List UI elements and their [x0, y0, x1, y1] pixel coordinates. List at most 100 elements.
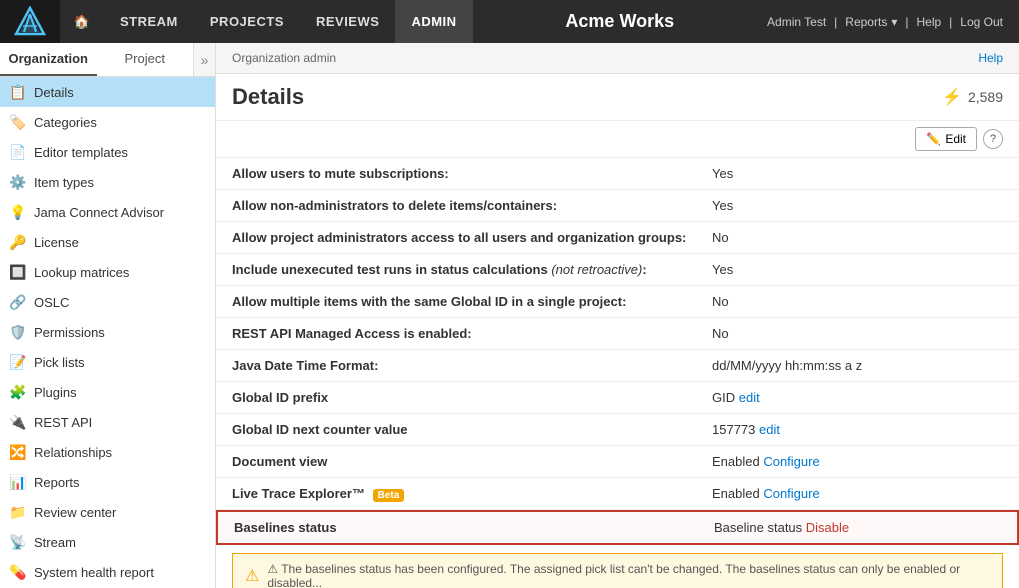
pick-lists-icon: 📝	[10, 354, 26, 370]
top-nav: 🏠 STREAM PROJECTS REVIEWS ADMIN Acme Wor…	[0, 0, 1019, 43]
sidebar-item-rest-api[interactable]: 🔌 REST API	[0, 407, 215, 437]
row-value: No	[712, 230, 1003, 245]
sidebar-item-plugins[interactable]: 🧩 Plugins	[0, 377, 215, 407]
sidebar: Organization Project » 📋 Details 🏷️ Cate…	[0, 43, 216, 588]
sidebar-item-label: Pick lists	[34, 355, 85, 370]
table-row: Include unexecuted test runs in status c…	[216, 254, 1019, 286]
row-label: Live Trace Explorer™ Beta	[232, 486, 712, 501]
edit-button[interactable]: ✏️ Edit	[915, 127, 977, 151]
sidebar-item-system-health[interactable]: 💊 System health report	[0, 557, 215, 587]
sidebar-collapse-btn[interactable]: »	[193, 43, 215, 76]
logout-link[interactable]: Log Out	[960, 15, 1003, 29]
content-help-link[interactable]: Help	[978, 51, 1003, 65]
sidebar-item-editor-templates[interactable]: 📄 Editor templates	[0, 137, 215, 167]
sidebar-item-label: Lookup matrices	[34, 265, 129, 280]
details-table: Allow users to mute subscriptions: Yes A…	[216, 158, 1019, 545]
sidebar-item-label: Plugins	[34, 385, 77, 400]
table-row: REST API Managed Access is enabled: No	[216, 318, 1019, 350]
global-id-prefix-edit-link[interactable]: edit	[739, 390, 760, 405]
row-value: 157773 edit	[712, 422, 1003, 437]
logo[interactable]	[0, 0, 60, 43]
reports-icon: 📊	[10, 474, 26, 490]
sidebar-item-pick-lists[interactable]: 📝 Pick lists	[0, 347, 215, 377]
content-area: Organization admin Help Details ⚡ 2,589 …	[216, 43, 1019, 588]
warning-text: ⚠ The baselines status has been configur…	[267, 562, 990, 588]
nav-reviews[interactable]: REVIEWS	[300, 0, 395, 43]
license-icon: 🔑	[10, 234, 26, 250]
row-label: REST API Managed Access is enabled:	[232, 326, 712, 341]
row-label: Allow non-administrators to delete items…	[232, 198, 712, 213]
sidebar-item-lookup-matrices[interactable]: 🔲 Lookup matrices	[0, 257, 215, 287]
stream-icon: 📡	[10, 534, 26, 550]
user-actions: Admin Test | Reports ▾ | Help | Log Out	[767, 15, 1019, 29]
tab-organization[interactable]: Organization	[0, 43, 97, 76]
sidebar-item-details[interactable]: 📋 Details	[0, 77, 215, 107]
row-value: Baseline status Disable	[714, 520, 1001, 535]
content-title-bar: Details ⚡ 2,589	[216, 74, 1019, 121]
sidebar-tabs: Organization Project »	[0, 43, 215, 77]
content-header: Organization admin Help	[216, 43, 1019, 74]
sidebar-item-label: Relationships	[34, 445, 112, 460]
warning-icon: ⚠	[245, 566, 259, 586]
sidebar-item-reports[interactable]: 📊 Reports	[0, 467, 215, 497]
sidebar-item-license[interactable]: 🔑 License	[0, 227, 215, 257]
details-icon: 📋	[10, 84, 26, 100]
document-view-configure-link[interactable]: Configure	[763, 454, 819, 469]
sidebar-item-categories[interactable]: 🏷️ Categories	[0, 107, 215, 137]
row-label: Baselines status	[234, 520, 714, 535]
row-value: No	[712, 326, 1003, 341]
lookup-icon: 🔲	[10, 264, 26, 280]
row-label: Allow project administrators access to a…	[232, 230, 712, 245]
reports-link[interactable]: Reports	[845, 15, 887, 29]
advisor-icon: 💡	[10, 204, 26, 220]
pulse-icon: ⚡	[942, 87, 962, 107]
row-label: Global ID next counter value	[232, 422, 712, 437]
table-row: Java Date Time Format: dd/MM/yyyy hh:mm:…	[216, 350, 1019, 382]
sidebar-item-label: Item types	[34, 175, 94, 190]
user-label[interactable]: Admin Test	[767, 15, 826, 29]
oslc-icon: 🔗	[10, 294, 26, 310]
sidebar-item-stream[interactable]: 📡 Stream	[0, 527, 215, 557]
live-trace-configure-link[interactable]: Configure	[763, 486, 819, 501]
rest-api-icon: 🔌	[10, 414, 26, 430]
warning-bar: ⚠ ⚠ The baselines status has been config…	[232, 553, 1003, 588]
row-value: Yes	[712, 198, 1003, 213]
sidebar-item-label: Details	[34, 85, 74, 100]
sidebar-item-oslc[interactable]: 🔗 OSLC	[0, 287, 215, 317]
page-title: Details	[232, 84, 304, 110]
row-value: Enabled Configure	[712, 454, 1003, 469]
pulse-badge: ⚡ 2,589	[942, 87, 1003, 107]
row-value: Yes	[712, 166, 1003, 181]
sidebar-item-label: REST API	[34, 415, 92, 430]
pulse-count: 2,589	[968, 89, 1003, 105]
sidebar-item-item-types[interactable]: ⚙️ Item types	[0, 167, 215, 197]
row-value: No	[712, 294, 1003, 309]
tab-project[interactable]: Project	[97, 43, 194, 76]
row-label: Java Date Time Format:	[232, 358, 712, 373]
editor-templates-icon: 📄	[10, 144, 26, 160]
home-icon[interactable]: 🏠	[60, 0, 104, 43]
nav-projects[interactable]: PROJECTS	[194, 0, 300, 43]
table-row: Allow multiple items with the same Globa…	[216, 286, 1019, 318]
sidebar-item-label: System health report	[34, 565, 154, 580]
nav-admin[interactable]: ADMIN	[395, 0, 472, 43]
row-label: Include unexecuted test runs in status c…	[232, 262, 712, 277]
plugins-icon: 🧩	[10, 384, 26, 400]
global-id-counter-edit-link[interactable]: edit	[759, 422, 780, 437]
row-label: Global ID prefix	[232, 390, 712, 405]
row-value: Enabled Configure	[712, 486, 1003, 501]
categories-icon: 🏷️	[10, 114, 26, 130]
baselines-disable-link[interactable]: Disable	[806, 520, 849, 535]
help-icon-button[interactable]: ?	[983, 129, 1003, 149]
sidebar-item-relationships[interactable]: 🔀 Relationships	[0, 437, 215, 467]
nav-stream[interactable]: STREAM	[104, 0, 194, 43]
main-layout: Organization Project » 📋 Details 🏷️ Cate…	[0, 43, 1019, 588]
table-row: Document view Enabled Configure	[216, 446, 1019, 478]
sidebar-item-review-center[interactable]: 📁 Review center	[0, 497, 215, 527]
table-row: Allow non-administrators to delete items…	[216, 190, 1019, 222]
baselines-row: Baselines status Baseline status Disable	[216, 510, 1019, 545]
help-link[interactable]: Help	[916, 15, 941, 29]
sidebar-item-jama-advisor[interactable]: 💡 Jama Connect Advisor	[0, 197, 215, 227]
sidebar-item-permissions[interactable]: 🛡️ Permissions	[0, 317, 215, 347]
item-types-icon: ⚙️	[10, 174, 26, 190]
